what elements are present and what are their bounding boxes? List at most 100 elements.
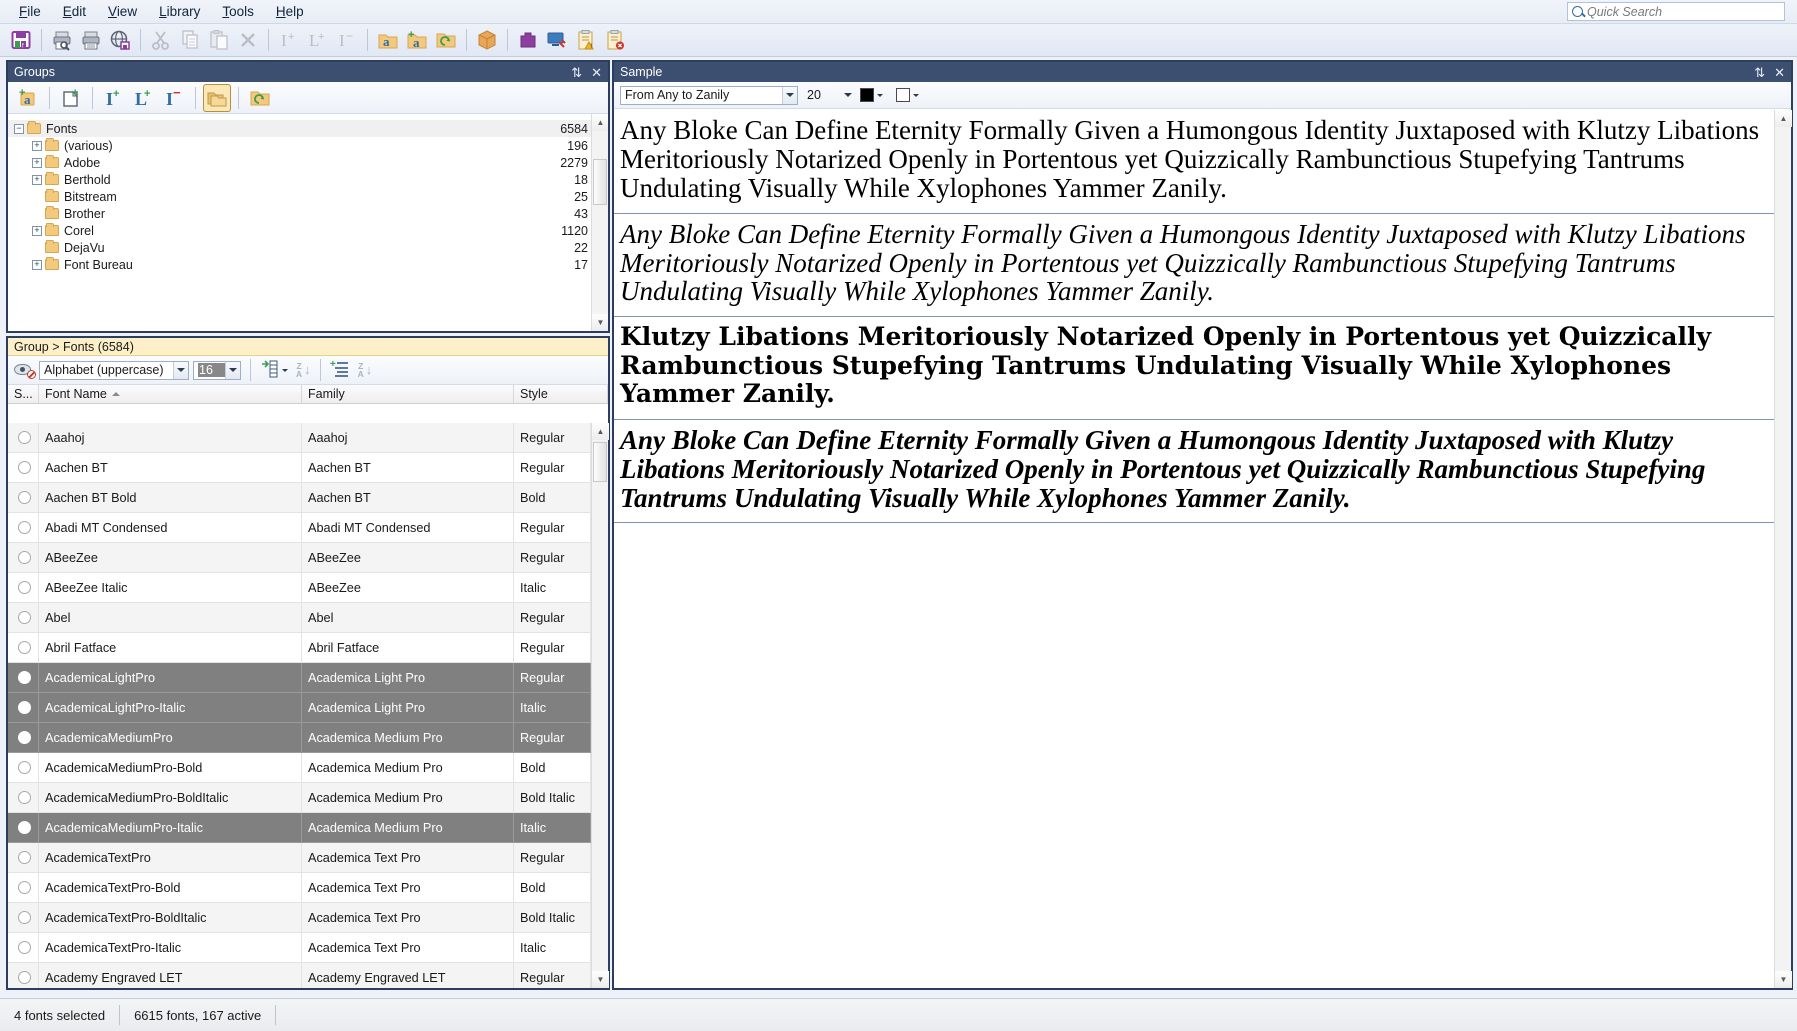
print-button[interactable] (77, 26, 105, 54)
scroll-up-arrow[interactable]: ▲ (1775, 110, 1792, 127)
delete-button[interactable] (234, 26, 262, 54)
chevron-down-icon[interactable] (877, 93, 883, 97)
tree-row[interactable]: + Berthold 18 (8, 171, 608, 188)
chevron-down-icon[interactable] (840, 86, 855, 105)
plugin-button[interactable] (514, 26, 542, 54)
activation-toggle-icon[interactable] (18, 581, 31, 594)
font-status-cell[interactable] (8, 453, 39, 483)
font-status-cell[interactable] (8, 513, 39, 543)
font-status-cell[interactable] (8, 543, 39, 573)
font-status-cell[interactable] (8, 573, 39, 603)
activation-toggle-icon[interactable] (18, 971, 31, 984)
scroll-down-arrow[interactable]: ▼ (1775, 971, 1792, 988)
table-row[interactable]: Abadi MT Condensed Abadi MT Condensed Regu… (8, 513, 591, 543)
activation-toggle-icon[interactable] (18, 881, 31, 894)
table-row[interactable]: AcademicaMediumPro-Italic Academica Mediu… (8, 813, 591, 843)
sample-size-combo[interactable]: 20 (803, 86, 855, 105)
background-color-button[interactable] (896, 88, 919, 102)
tree-row[interactable]: + Corel 1120 (8, 222, 608, 239)
activation-toggle-icon[interactable] (18, 611, 31, 624)
new-font-group-button[interactable]: a + (14, 84, 42, 112)
activation-toggle-icon[interactable] (18, 641, 31, 654)
menu-tools[interactable]: Tools (211, 1, 265, 22)
activate-font-button[interactable]: I + (275, 26, 303, 54)
tree-row[interactable]: DejaVu 22 (8, 239, 608, 256)
preview-disabled-icon[interactable] (14, 362, 36, 379)
table-row[interactable]: Aachen BT Aachen BT Regular (8, 453, 591, 483)
expand-icon[interactable]: + (32, 225, 42, 236)
tree-row[interactable]: − Fonts 6584 (8, 120, 608, 137)
font-status-cell[interactable] (8, 663, 39, 693)
column-header-font-name[interactable]: Font Name (39, 385, 302, 403)
activation-toggle-icon[interactable] (18, 731, 31, 744)
table-row[interactable]: AcademicaTextPro Academica Text Pro Regula… (8, 843, 591, 873)
tree-row[interactable]: Bitstream 25 (8, 188, 608, 205)
menu-library[interactable]: Library (148, 1, 211, 22)
font-status-cell[interactable] (8, 423, 39, 453)
sample-list[interactable]: Any Bloke Can Define Eternity Formally G… (614, 110, 1774, 988)
report-warnings-button[interactable]: ! (572, 26, 600, 54)
table-row[interactable]: AcademicaMediumPro-Bold Academica Medium … (8, 753, 591, 783)
table-row[interactable]: AcademicaTextPro-Italic Academica Text Pr… (8, 933, 591, 963)
menu-file[interactable]: File (8, 1, 52, 22)
expand-icon[interactable]: + (32, 174, 42, 185)
table-row[interactable]: AcademicaTextPro-BoldItalic Academica Tex… (8, 903, 591, 933)
column-header-style[interactable]: Style (514, 385, 608, 403)
activation-toggle-icon[interactable] (18, 941, 31, 954)
web-publish-button[interactable] (106, 26, 134, 54)
font-status-cell[interactable] (8, 693, 39, 723)
expand-icon[interactable]: + (32, 140, 42, 151)
groups-tree-scrollbar[interactable]: ▲ ▼ (591, 114, 608, 331)
font-status-cell[interactable] (8, 903, 39, 933)
pin-icon[interactable]: ⇅ (571, 66, 582, 79)
chevron-down-icon[interactable] (225, 361, 240, 379)
column-header-family[interactable]: Family (302, 385, 514, 403)
cut-button[interactable] (147, 26, 175, 54)
font-status-cell[interactable] (8, 723, 39, 753)
activate-group-button[interactable]: I + (100, 84, 128, 112)
table-row[interactable]: Aaahoj Aaahoj Regular (8, 423, 591, 453)
sort-descending-button-2[interactable]: ↓ (366, 363, 373, 376)
table-row[interactable]: AcademicaTextPro-Bold Academica Text Pro B… (8, 873, 591, 903)
table-row[interactable]: AcademicaLightPro Academica Light Pro Regu… (8, 663, 591, 693)
save-font-button[interactable]: f (7, 26, 35, 54)
table-row[interactable]: AcademicaMediumPro-BoldItalic Academica M… (8, 783, 591, 813)
font-list-body[interactable]: Aaahoj Aaahoj Regular Aachen BT Aachen BT Reg… (8, 423, 591, 988)
print-preview-button[interactable] (48, 26, 76, 54)
activation-toggle-icon[interactable] (18, 791, 31, 804)
expand-icon[interactable]: + (32, 259, 42, 270)
sample-text-row[interactable]: Any Bloke Can Define Eternity Formally G… (614, 213, 1774, 318)
scroll-down-arrow[interactable]: ▼ (592, 971, 609, 988)
collapse-icon[interactable]: − (14, 123, 24, 134)
refresh-folder-button[interactable] (432, 26, 460, 54)
menu-edit[interactable]: Edit (52, 1, 97, 22)
system-tools-button[interactable] (543, 26, 571, 54)
font-status-cell[interactable] (8, 813, 39, 843)
font-status-cell[interactable] (8, 753, 39, 783)
chevron-down-icon[interactable] (173, 361, 188, 379)
new-group-button[interactable]: + (57, 84, 85, 112)
tree-row[interactable]: + (various) 196 (8, 137, 608, 154)
activation-toggle-icon[interactable] (18, 671, 31, 684)
scroll-down-arrow[interactable]: ▼ (592, 314, 608, 331)
pin-icon[interactable]: ⇅ (1754, 66, 1765, 79)
deactivate-font-button[interactable]: I − (333, 26, 361, 54)
font-status-cell[interactable] (8, 933, 39, 963)
quick-search-box[interactable]: Quick Search (1567, 2, 1785, 21)
preview-text-combo[interactable]: Alphabet (uppercase) (39, 360, 189, 380)
scroll-up-arrow[interactable]: ▲ (592, 423, 609, 440)
deactivate-group-button[interactable]: I − (160, 84, 188, 112)
activation-toggle-icon[interactable] (18, 491, 31, 504)
activate-temp-button[interactable]: L + (130, 84, 158, 112)
font-status-cell[interactable] (8, 963, 39, 988)
sort-za-icon-2[interactable]: ZA (358, 362, 364, 379)
sample-text-row[interactable]: Any Bloke Can Define Eternity Formally G… (614, 419, 1774, 524)
scroll-thumb[interactable] (593, 159, 607, 205)
table-row[interactable]: ABeeZee Italic ABeeZee Italic (8, 573, 591, 603)
scroll-thumb[interactable] (593, 442, 607, 482)
add-to-set-button[interactable]: + (330, 359, 350, 381)
activation-toggle-icon[interactable] (18, 821, 31, 834)
table-row[interactable]: AcademicaMediumPro Academica Medium Pro Re… (8, 723, 591, 753)
activation-toggle-icon[interactable] (18, 851, 31, 864)
font-status-cell[interactable] (8, 783, 39, 813)
